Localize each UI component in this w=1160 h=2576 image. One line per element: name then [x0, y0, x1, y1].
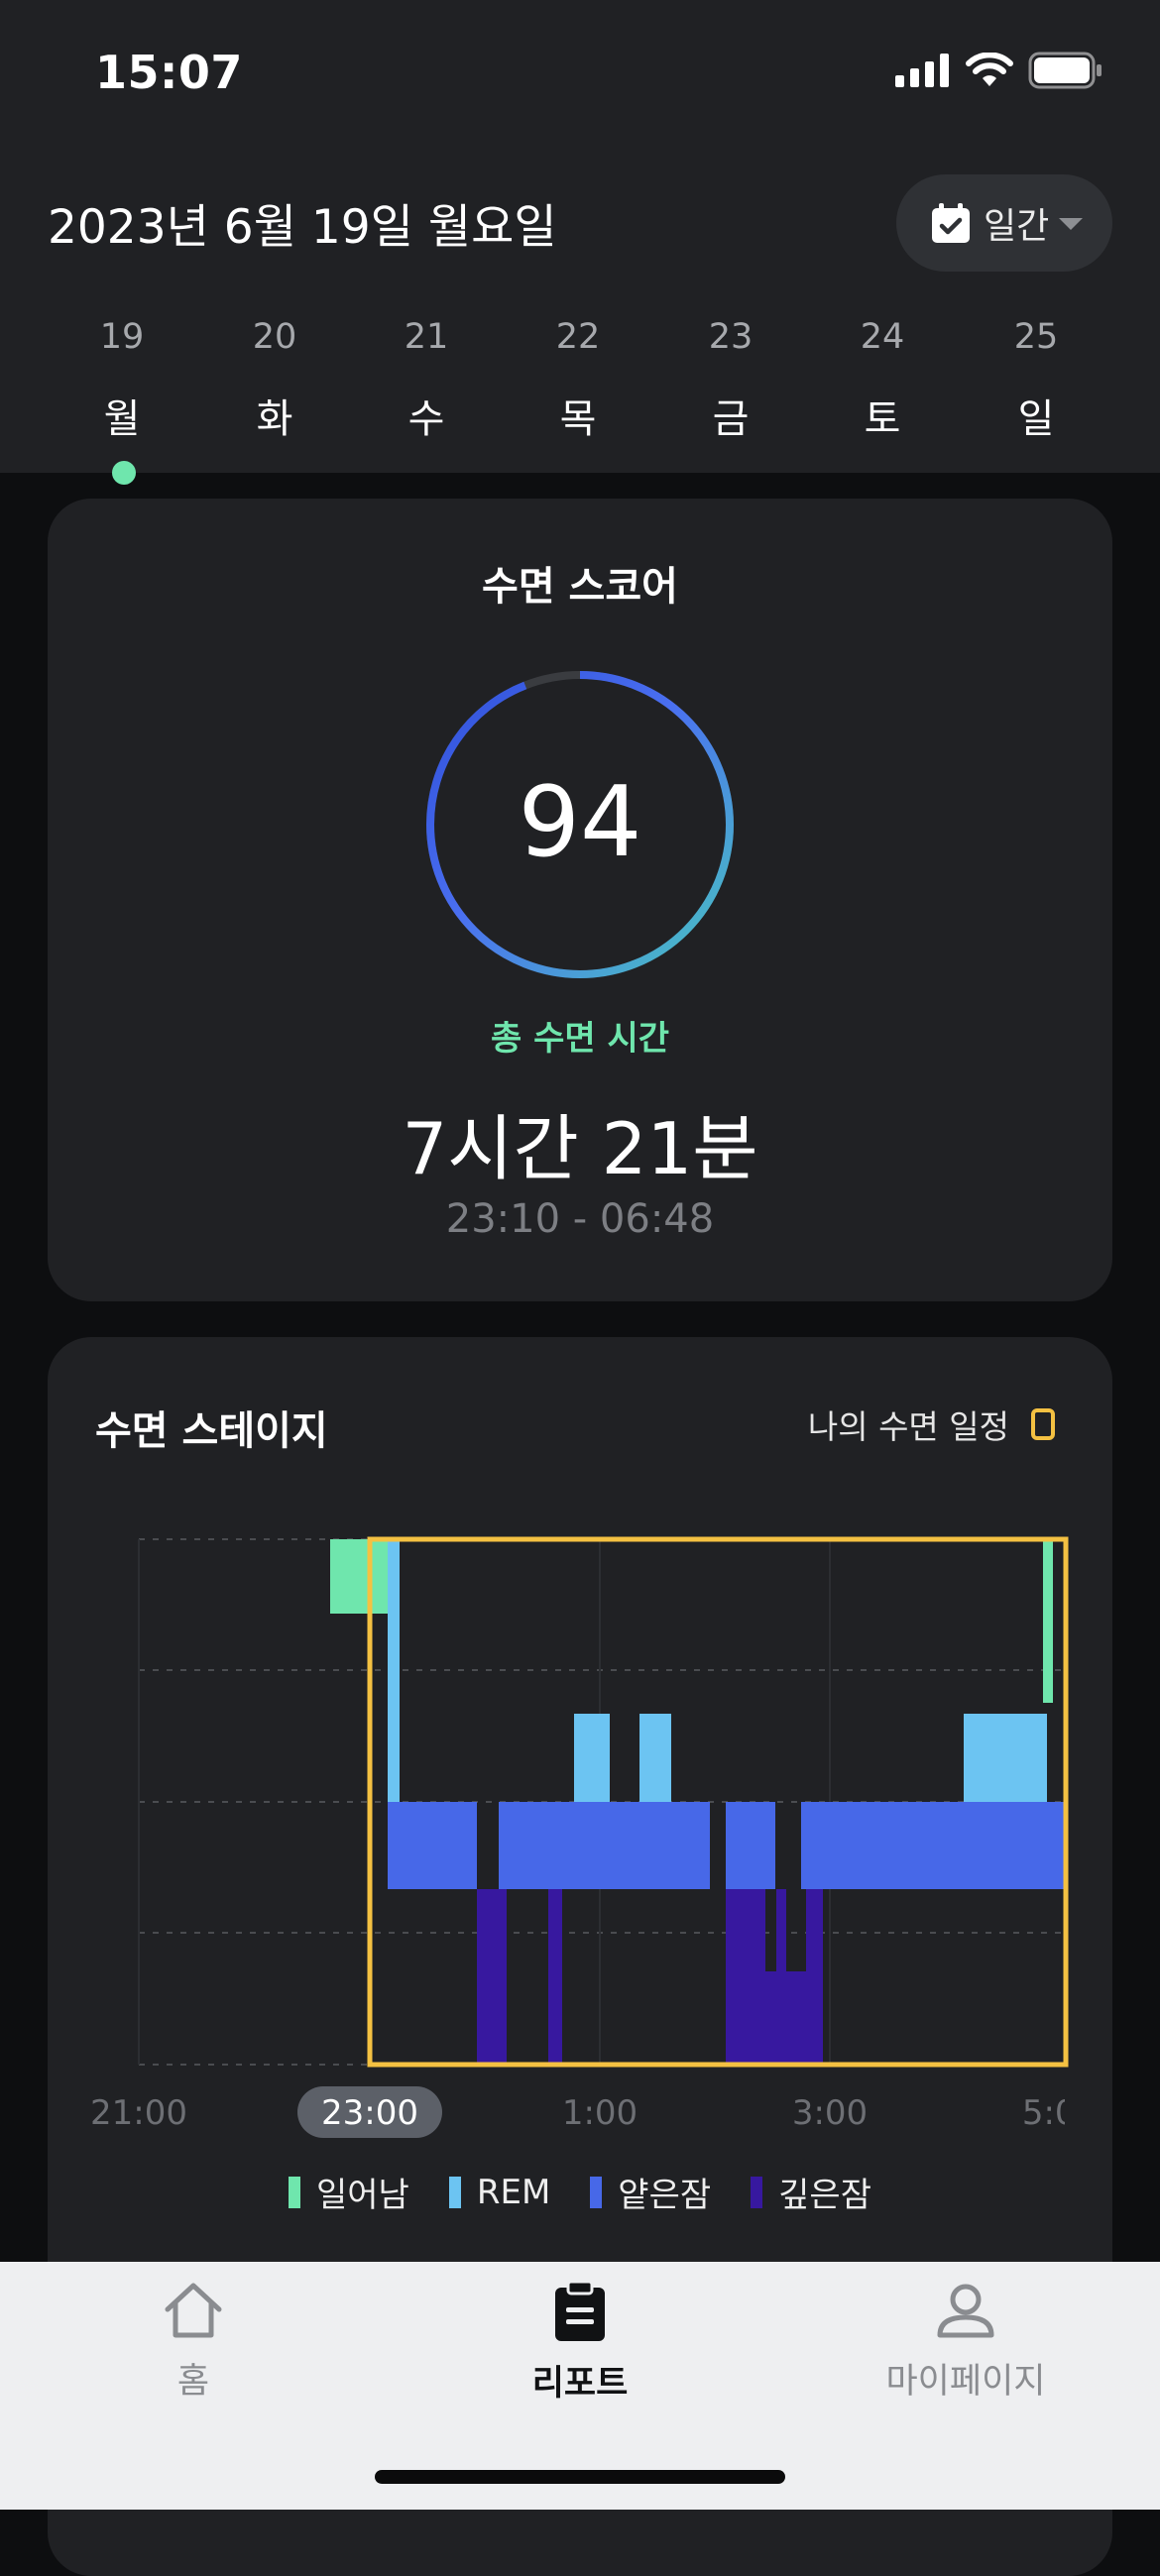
sleep-stage-chart: 21:00 23:00 1:00 3:00 5:00 [90, 1536, 1098, 2138]
total-sleep-label: 총 수면 시간 [490, 1019, 670, 1059]
legend-swatch [590, 2176, 603, 2208]
day-item[interactable]: 22 목 [519, 317, 638, 444]
legend-swatch [448, 2176, 461, 2208]
date-title: 2023년 6월 19일 월요일 [48, 200, 557, 255]
total-sleep-value: 7시간 21분 [402, 1107, 758, 1190]
sleep-score-title: 수면 스코어 [482, 564, 678, 610]
day-weekday: 화 [256, 396, 293, 442]
day-weekday: 토 [864, 396, 901, 442]
home-icon [165, 2283, 222, 2338]
legend-item-rem: REM [448, 2168, 551, 2216]
tab-mypage[interactable]: 마이페이지 [817, 2280, 1114, 2404]
day-number: 23 [708, 317, 754, 357]
legend-swatch [751, 2176, 763, 2208]
view-mode-selector[interactable]: 일간 [896, 174, 1112, 272]
report-icon [555, 2280, 605, 2341]
x-tick-label: 21:00 [90, 2093, 187, 2133]
selected-day-indicator [112, 461, 136, 485]
day-number: 24 [860, 317, 905, 357]
sleep-time-range: 23:10 - 06:48 [445, 1196, 715, 1242]
view-mode-label: 일간 [984, 206, 1050, 247]
tab-home[interactable]: 홈 [45, 2280, 342, 2404]
sleep-score-card: 수면 스코어 94 총 수면 시간 7시간 21분 23:10 - 06:48 [48, 499, 1112, 1301]
week-selector: 19 월 20 화 21 수 22 목 23 금 24 토 25 일 [0, 317, 1160, 466]
day-item[interactable]: 21 수 [367, 317, 486, 444]
day-item[interactable]: 19 월 [62, 317, 181, 444]
sleep-score-value: 94 [518, 766, 642, 879]
legend-label: 일어남 [316, 2176, 409, 2215]
day-weekday: 월 [103, 396, 141, 442]
day-item[interactable]: 24 토 [823, 317, 942, 444]
day-number: 21 [404, 317, 449, 357]
day-item[interactable]: 25 일 [977, 317, 1096, 444]
stage-bars [330, 1539, 1065, 2065]
legend-item-deep: 깊은잠 [751, 2168, 871, 2216]
legend-label: 깊은잠 [778, 2176, 871, 2215]
x-tick-label: 3:00 [792, 2093, 868, 2133]
home-indicator [375, 2470, 785, 2484]
x-tick-label: 1:00 [562, 2093, 638, 2133]
sleep-stage-legend: 일어남 REM 얕은잠 깊은잠 [48, 2168, 1112, 2216]
tab-label: 마이페이지 [885, 2362, 1046, 2402]
legend-item-light: 얕은잠 [590, 2168, 711, 2216]
day-weekday: 금 [712, 396, 750, 442]
day-number: 19 [99, 317, 145, 357]
legend-item-awake: 일어남 [289, 2168, 409, 2216]
legend-label: 얕은잠 [618, 2176, 712, 2215]
status-icons [895, 52, 1103, 89]
tab-label: 홈 [176, 2362, 210, 2402]
top-header: 15:07 2023년 6월 19일 월요일 일간 19 월 20 화 21 수… [0, 0, 1160, 473]
day-weekday: 일 [1017, 396, 1055, 442]
day-weekday: 목 [559, 396, 597, 442]
wifi-icon [966, 53, 1013, 86]
day-number: 20 [252, 317, 297, 357]
status-time: 15:07 [95, 46, 243, 99]
x-tick-label: 5:00 [1022, 2093, 1098, 2133]
profile-icon [937, 2284, 994, 2338]
battery-icon [1028, 52, 1102, 89]
legend-swatch [289, 2176, 300, 2208]
x-tick-label: 23:00 [321, 2093, 418, 2133]
day-number: 22 [555, 317, 601, 357]
day-number: 25 [1013, 317, 1059, 357]
chevron-down-icon [1059, 218, 1083, 230]
cellular-signal-icon [895, 54, 949, 87]
legend-label: REM [476, 2172, 551, 2212]
day-weekday: 수 [407, 396, 445, 442]
calendar-check-icon [932, 203, 970, 243]
day-item[interactable]: 23 금 [671, 317, 790, 444]
day-item[interactable]: 20 화 [215, 317, 334, 444]
tab-label: 리포트 [531, 2364, 629, 2404]
tab-report[interactable]: 리포트 [431, 2280, 729, 2406]
